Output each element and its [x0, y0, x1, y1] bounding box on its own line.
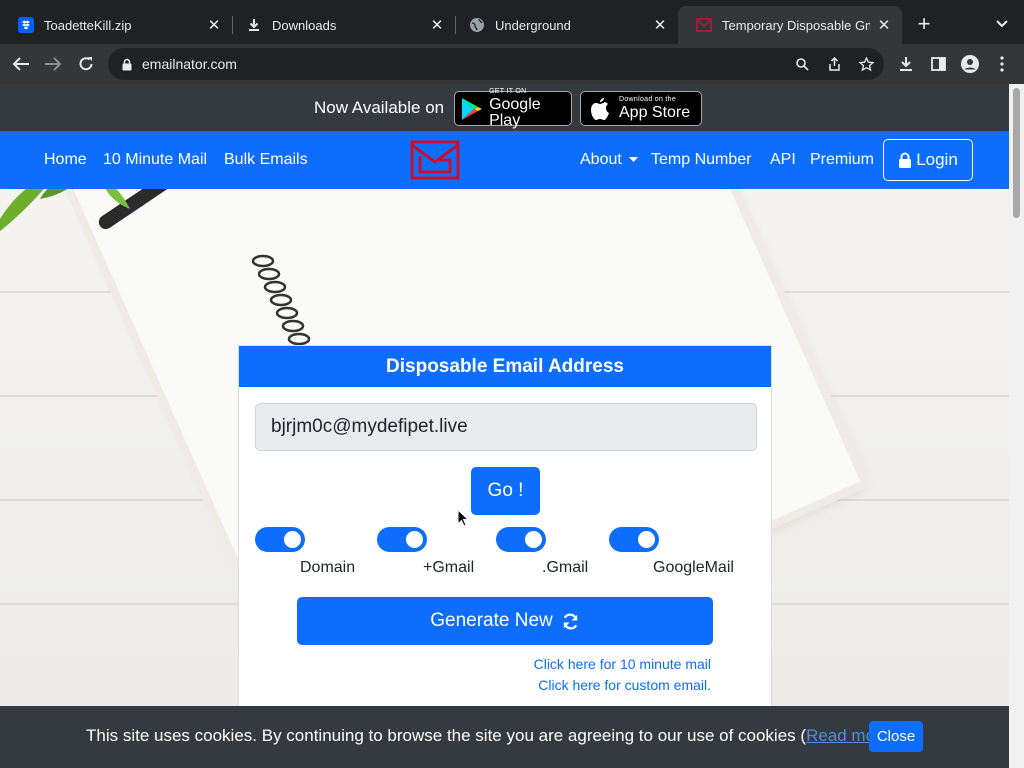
side-panel-icon[interactable]	[925, 51, 951, 77]
cookie-close-button[interactable]: Close	[869, 721, 923, 752]
lock-icon[interactable]	[120, 57, 134, 71]
cookie-message: This site uses cookies. By continuing to…	[86, 726, 896, 746]
google-play-icon	[461, 96, 483, 122]
ten-minute-mail-link[interactable]: Click here for 10 minute mail	[534, 656, 711, 672]
search-icon[interactable]	[794, 56, 810, 72]
page-scrollbar[interactable]	[1009, 84, 1024, 768]
bookmark-star-icon[interactable]	[858, 56, 874, 72]
app-store-small-text: Download on the	[619, 96, 677, 103]
login-label: Login	[916, 150, 958, 169]
nav-10-minute-mail[interactable]: 10 Minute Mail	[103, 151, 207, 169]
browser-toolbar: emailnator.com	[0, 44, 1024, 84]
emailnator-favicon	[696, 17, 712, 33]
go-button[interactable]: Go !	[471, 467, 540, 515]
new-tab-icon[interactable]: +	[912, 11, 936, 36]
apple-icon	[587, 96, 613, 122]
caret-down-icon	[629, 156, 639, 162]
emailnator-logo[interactable]	[410, 140, 460, 180]
address-bar[interactable]: emailnator.com	[108, 48, 884, 80]
tab-title: Downloads	[272, 17, 337, 33]
google-play-big-text: Google Play	[489, 96, 541, 129]
plant-photo	[0, 189, 130, 232]
nav-home[interactable]: Home	[44, 151, 87, 169]
googlemail-toggle-label: GoogleMail	[653, 559, 734, 576]
generate-new-button[interactable]: Generate New	[297, 597, 713, 645]
globe-icon	[469, 17, 485, 33]
tab-title: Temporary Disposable Gmai	[722, 17, 870, 33]
dot-gmail-toggle-label: .Gmail	[542, 559, 589, 576]
url-text: emailnator.com	[142, 56, 237, 72]
tab-downloads[interactable]: Downloads ✕	[228, 6, 455, 44]
scrollbar-thumb[interactable]	[1013, 88, 1020, 218]
notebook-spiral	[251, 254, 311, 346]
promo-text: Now Available on	[314, 98, 445, 117]
domain-toggle[interactable]	[255, 527, 305, 552]
google-play-badge[interactable]: GET IT ON Google Play	[454, 88, 572, 129]
cookie-text: This site uses cookies. By continuing to…	[86, 726, 807, 745]
download-icon	[246, 17, 262, 33]
googlemail-toggle[interactable]	[609, 527, 659, 552]
tab-strip: ToadetteKill.zip ✕ Downloads ✕ Undergrou…	[0, 0, 1024, 46]
card-title: Disposable Email Address	[239, 346, 771, 387]
app-store-badge[interactable]: Download on the App Store	[580, 91, 702, 126]
nav-temp-number[interactable]: Temp Number	[651, 151, 751, 169]
profile-avatar-icon[interactable]	[957, 51, 983, 77]
nav-about[interactable]: About	[580, 151, 639, 169]
cookie-consent-bar: This site uses cookies. By continuing to…	[0, 706, 1009, 768]
tab-title: Underground	[495, 17, 571, 33]
plus-gmail-toggle[interactable]	[377, 527, 427, 552]
dot-gmail-toggle[interactable]	[496, 527, 546, 552]
reload-icon[interactable]	[73, 51, 99, 77]
tab-underground[interactable]: Underground ✕	[451, 6, 678, 44]
plus-gmail-toggle-label: +Gmail	[423, 559, 475, 576]
mouse-cursor	[457, 509, 469, 527]
email-generator-card: Disposable Email Address Go ! Domain +Gm…	[238, 345, 772, 768]
tab-close-icon[interactable]: ✕	[652, 17, 668, 34]
tab-title: ToadetteKill.zip	[44, 17, 132, 33]
generate-new-label: Generate New	[430, 610, 553, 631]
custom-email-link[interactable]: Click here for custom email.	[538, 677, 711, 693]
app-promo-bar: Now Available on GET IT ON Google Play D…	[0, 84, 1009, 131]
nav-about-label: About	[580, 151, 622, 168]
web-page: Now Available on GET IT ON Google Play D…	[0, 84, 1009, 768]
domain-toggle-label: Domain	[300, 559, 356, 576]
tab-toadettekill[interactable]: ToadetteKill.zip ✕	[0, 6, 232, 44]
dropbox-icon	[18, 17, 34, 33]
lock-icon	[899, 152, 912, 168]
chevron-down-icon[interactable]	[990, 12, 1014, 36]
app-store-big-text: App Store	[619, 104, 691, 121]
tab-close-icon[interactable]: ✕	[876, 17, 892, 34]
tab-emailnator[interactable]: Temporary Disposable Gmai ✕	[678, 6, 902, 44]
email-address-field[interactable]	[255, 403, 757, 451]
hero-background: Disposable Email Address Go ! Domain +Gm…	[0, 189, 1009, 768]
main-navbar: Home 10 Minute Mail Bulk Emails About Te…	[0, 131, 1009, 189]
back-icon[interactable]	[8, 51, 34, 77]
downloads-icon[interactable]	[893, 51, 919, 77]
forward-icon[interactable]	[40, 51, 66, 77]
share-icon[interactable]	[826, 56, 842, 72]
nav-premium[interactable]: Premium	[810, 151, 874, 169]
nav-api[interactable]: API	[770, 151, 796, 169]
tab-close-icon[interactable]: ✕	[429, 17, 445, 34]
login-button[interactable]: Login	[883, 139, 973, 181]
kebab-menu-icon[interactable]	[989, 51, 1015, 77]
tab-close-icon[interactable]: ✕	[206, 17, 222, 34]
nav-bulk-emails[interactable]: Bulk Emails	[224, 151, 308, 169]
refresh-icon	[563, 613, 578, 629]
google-play-small-text: GET IT ON	[489, 88, 527, 95]
